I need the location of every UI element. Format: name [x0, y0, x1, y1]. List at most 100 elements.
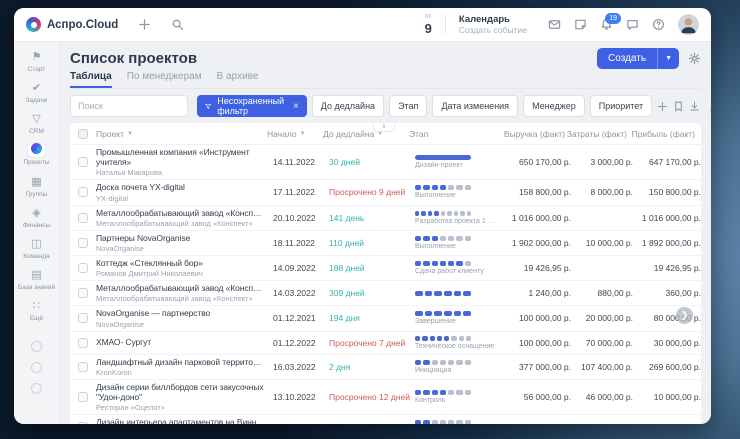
project-title[interactable]: Доска почета YX-digital — [96, 182, 265, 192]
filter-chip-close-icon[interactable]: × — [293, 101, 299, 112]
project-title[interactable]: Металлообрабатывающий завод «Конспект» — [96, 208, 265, 218]
help-button[interactable] — [652, 18, 665, 31]
notifications-button[interactable]: 19 — [600, 18, 613, 31]
row-checkbox[interactable] — [78, 392, 88, 402]
column-header-revenue[interactable]: Выручка (факт) — [501, 129, 565, 139]
table-row[interactable]: Доска почета YX-digitalYX-digital17.11.2… — [70, 180, 701, 205]
quick-add-button[interactable] — [138, 18, 151, 31]
row-checkbox[interactable] — [78, 157, 88, 167]
filter-button[interactable]: Менеджер — [523, 95, 585, 117]
help-icon — [652, 18, 665, 31]
notes-button[interactable] — [574, 18, 587, 31]
filter-button[interactable]: Этап — [389, 95, 427, 117]
table-row[interactable]: NovaOrganise — партнерствоNovaOrganise01… — [70, 306, 701, 331]
stage-progress — [415, 311, 471, 316]
sidebar-item-projects[interactable]: Проекты — [14, 140, 59, 171]
project-title[interactable]: Ландшафтный дизайн парковой территории — [96, 357, 265, 367]
table-row[interactable]: Коттедж «Стеклянный бор»Романов Дмитрий … — [70, 256, 701, 281]
user-avatar[interactable] — [678, 14, 699, 35]
filter-button[interactable]: Приоритет — [590, 95, 652, 117]
table-row[interactable]: Партнеры NovaOrganiseNovaOrganise18.11.2… — [70, 231, 701, 256]
page-settings-button[interactable] — [688, 52, 701, 65]
table-row[interactable]: Металлообрабатывающий завод «Конспект»Ме… — [70, 206, 701, 231]
app-logo-icon[interactable] — [26, 17, 41, 32]
project-title[interactable]: Дизайн серии биллбордов сети закусочных … — [96, 382, 265, 402]
tab-0[interactable]: Таблица — [70, 71, 112, 88]
tab-2[interactable]: В архиве — [217, 71, 259, 88]
filter-button[interactable]: Дата изменения — [432, 95, 518, 117]
column-header-stage[interactable]: Этап — [409, 129, 501, 139]
projects-table: ∧ Проект▼ Начало▼ До дедлайна▼ Этап Выру… — [70, 123, 701, 424]
row-checkbox[interactable] — [78, 288, 88, 298]
extra-app-icon-1[interactable] — [31, 341, 42, 352]
calendar-day: 9 — [425, 22, 432, 35]
add-filter-button[interactable] — [657, 101, 668, 112]
row-checkbox[interactable] — [78, 362, 88, 372]
collapse-header-button[interactable]: ∧ — [373, 123, 395, 132]
projects-icon — [28, 143, 45, 157]
deadline: 309 дней — [329, 288, 415, 298]
project-subtitle: KronKoron — [96, 368, 265, 377]
project-title[interactable]: NovaOrganise — партнерство — [96, 308, 265, 318]
sidebar-item-crm[interactable]: ▽CRM — [14, 109, 59, 140]
sidebar-item-tasks[interactable]: ✔Задачи — [14, 78, 59, 109]
create-dropdown-button[interactable]: ▼ — [658, 48, 679, 69]
select-all-checkbox[interactable] — [78, 129, 88, 139]
sidebar-item-more[interactable]: ∷Ещё — [14, 296, 59, 327]
calendar-link[interactable]: Календарь — [459, 14, 527, 25]
scroll-right-button[interactable]: ❯ — [676, 307, 693, 324]
row-checkbox[interactable] — [78, 422, 88, 424]
project-title[interactable]: Промышленная компания «Инструмент учител… — [96, 147, 265, 167]
sidebar-item-finance[interactable]: ◈Финансы — [14, 203, 59, 234]
project-title[interactable]: ХМАО- Сургут — [96, 337, 265, 347]
sidebar-item-start[interactable]: ⚑Старт — [14, 47, 59, 78]
filter-button[interactable]: До дедлайна — [312, 95, 384, 117]
column-header-start[interactable]: Начало▼ — [267, 129, 323, 139]
row-checkbox[interactable] — [78, 187, 88, 197]
row-checkbox[interactable] — [78, 313, 88, 323]
app-logo-text[interactable]: Аспро.Cloud — [47, 19, 118, 31]
chat-icon — [626, 18, 639, 31]
search-input[interactable] — [70, 95, 188, 117]
row-checkbox[interactable] — [78, 338, 88, 348]
table-row[interactable]: Ландшафтный дизайн парковой территорииKr… — [70, 355, 701, 380]
stage-progress — [415, 291, 471, 296]
row-checkbox[interactable] — [78, 238, 88, 248]
table-row[interactable]: Металлообрабатывающий завод «Конспект»Ме… — [70, 281, 701, 306]
row-checkbox[interactable] — [78, 213, 88, 223]
deadline: 110 дней — [329, 238, 415, 248]
mail-button[interactable] — [548, 18, 561, 31]
collapse-view-button[interactable] — [709, 101, 711, 112]
column-header-deadline[interactable]: До дедлайна▼ — [323, 129, 409, 139]
global-search-button[interactable] — [171, 18, 184, 31]
extra-app-icon-3[interactable] — [31, 383, 42, 394]
table-row[interactable]: Промышленная компания «Инструмент учител… — [70, 145, 701, 180]
save-filter-button[interactable] — [673, 101, 684, 112]
table-row[interactable]: Дизайн интерьера апартаментов на Винницк… — [70, 415, 701, 424]
project-title[interactable]: Металлообрабатывающий завод «Конспект» — [96, 283, 265, 293]
sidebar-item-groups[interactable]: ▦Группы — [14, 172, 59, 203]
sidebar-item-label: Задачи — [16, 97, 58, 105]
create-button-label[interactable]: Создать — [597, 48, 658, 69]
tab-1[interactable]: По менеджерам — [127, 71, 202, 88]
column-header-profit[interactable]: Прибыль (факт) — [627, 129, 695, 139]
active-filter-chip[interactable]: Несохраненный фильтр × — [197, 95, 307, 117]
table-row[interactable]: Дизайн серии биллбордов сети закусочных … — [70, 380, 701, 415]
sidebar-item-team[interactable]: ◫Команда — [14, 234, 59, 265]
extra-app-icon-2[interactable] — [31, 362, 42, 373]
row-checkbox[interactable] — [78, 263, 88, 273]
column-header-costs[interactable]: Затраты (факт) — [565, 129, 627, 139]
chat-button[interactable] — [626, 18, 639, 31]
create-button[interactable]: Создать ▼ — [597, 48, 679, 69]
avatar-image — [678, 14, 699, 35]
export-button[interactable] — [689, 101, 700, 112]
column-header-project[interactable]: Проект▼ — [96, 129, 267, 139]
sidebar-item-knowledge[interactable]: ▤База знаний — [14, 265, 59, 296]
project-title[interactable]: Дизайн интерьера апартаментов на Винницк… — [96, 417, 265, 424]
project-title[interactable]: Коттедж «Стеклянный бор» — [96, 258, 265, 268]
calendar-date-widget[interactable]: пт 9 — [425, 14, 432, 35]
create-event-link[interactable]: Создать событие — [459, 25, 527, 35]
table-row[interactable]: ХМАО- Сургут01.12.2022Просрочено 7 днейТ… — [70, 332, 701, 355]
sidebar-item-label: Финансы — [16, 222, 58, 230]
project-title[interactable]: Партнеры NovaOrganise — [96, 233, 265, 243]
